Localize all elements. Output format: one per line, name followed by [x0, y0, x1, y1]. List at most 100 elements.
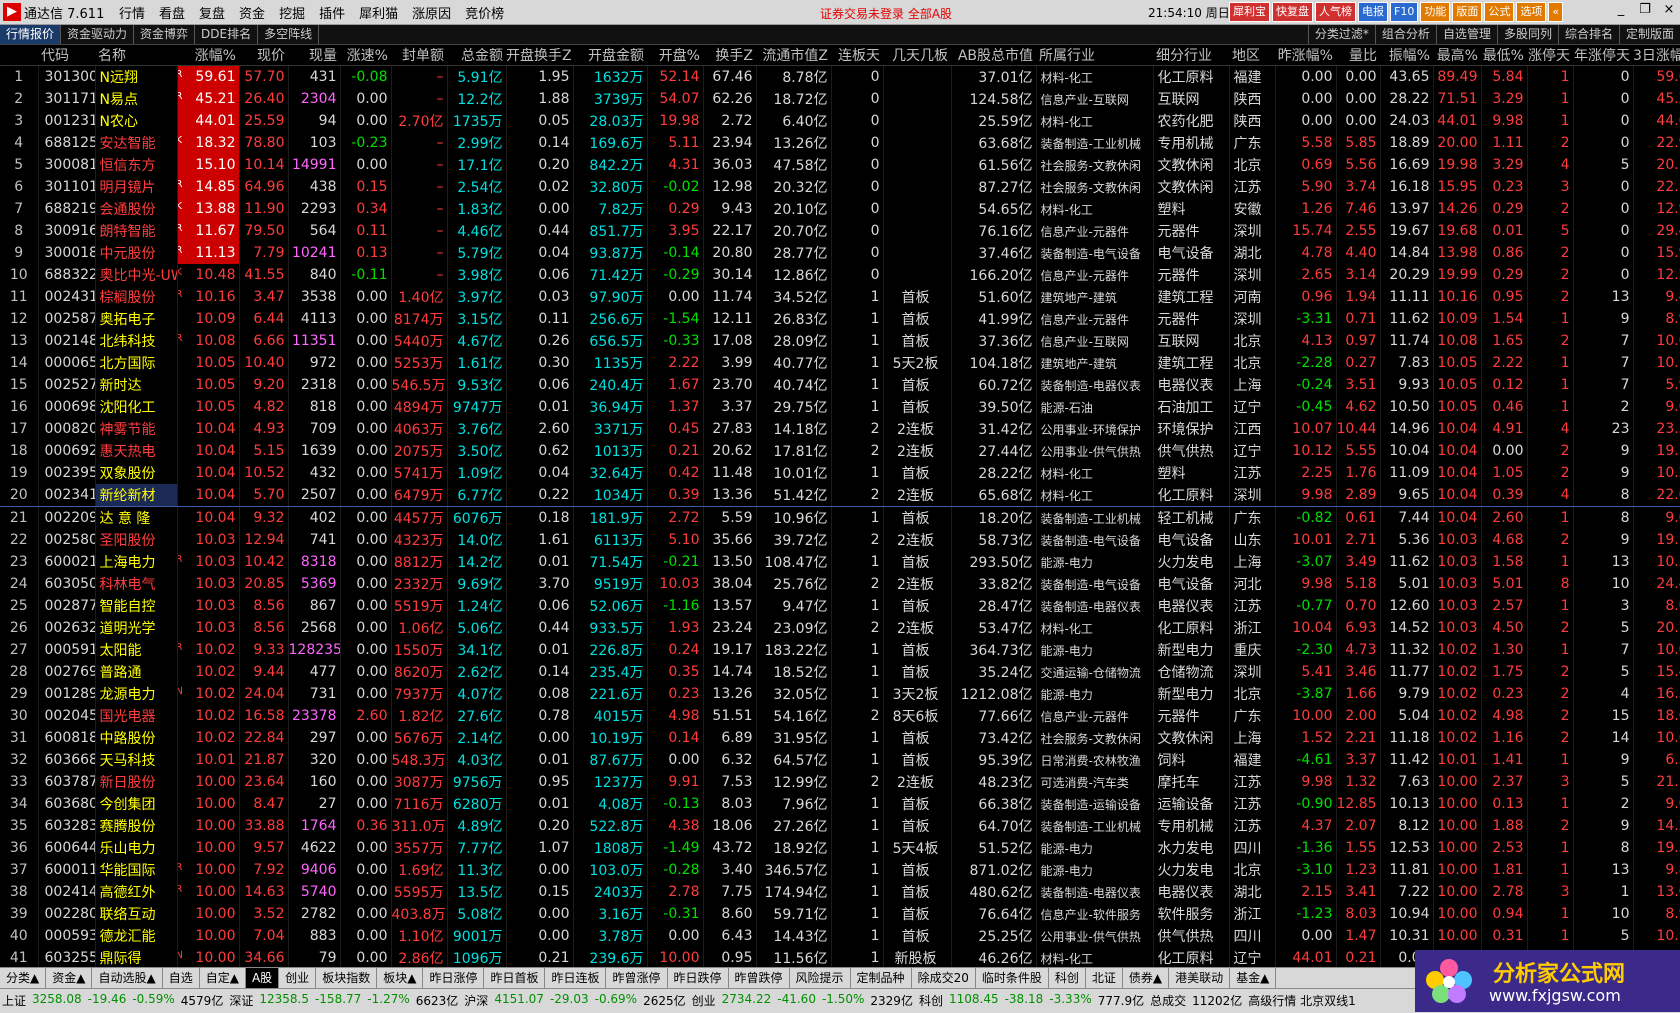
column-header[interactable]: 名称 — [95, 45, 177, 66]
table-row[interactable]: 36 600644 乐山电力 10.00 9.57 4622 0.00 3557万 7.77亿 1… — [0, 837, 1680, 859]
table-row[interactable]: 35 603283 赛腾股份 10.00 33.88 1764 0.36 311.0万 4.89… — [0, 815, 1680, 837]
table-row[interactable]: 38002414高德红外R10.0014.6357400.005595万13.5… — [0, 881, 1680, 903]
column-header[interactable]: 连板天 — [831, 45, 883, 66]
table-row[interactable]: 22 002580 圣阳股份 10.03 12.94 741 0.00 4323万 14.0亿 1… — [0, 529, 1680, 551]
bottom-tab[interactable]: 定制品种 — [851, 968, 912, 988]
column-header[interactable]: 细分行业 — [1153, 45, 1229, 66]
menu-item[interactable]: 插件 — [312, 3, 352, 22]
table-row[interactable]: 34 603680 今创集团 10.00 8.47 27 0.00 7116万 6280万 0.0… — [0, 793, 1680, 815]
menu-item[interactable]: 行情 — [112, 3, 152, 22]
table-row[interactable]: 14 000065 北方国际 10.05 10.40 972 0.00 5253万 1.61亿 0… — [0, 352, 1680, 374]
menu-item[interactable]: 资金 — [232, 3, 272, 22]
sub-tab[interactable]: 资金博弈 — [134, 25, 196, 44]
bottom-tab[interactable]: 北证 — [1086, 968, 1123, 988]
table-row[interactable]: 28 002769 普路通 10.02 9.44 477 0.00 8620万 2.62亿 0.1… — [0, 661, 1680, 683]
toolbar-button[interactable]: 人气榜 — [1315, 2, 1356, 22]
column-header[interactable]: 地区 — [1229, 45, 1275, 66]
bottom-tab[interactable]: 昨曾跌停 — [729, 968, 790, 988]
table-row[interactable]: 20 002341 新纶新材 10.04 5.70 2507 0.00 6479万 6.77亿 0… — [0, 484, 1680, 507]
column-header[interactable]: 几天几板 — [883, 45, 951, 66]
table-row[interactable]: 31 600818 中路股份 10.02 22.84 297 0.00 5676万 2.14亿 0… — [0, 727, 1680, 749]
column-header[interactable]: 振幅% — [1380, 45, 1433, 66]
table-row[interactable]: 30 002045 国光电器 10.02 16.58 23378 2.60 1.82亿 27.6… — [0, 705, 1680, 727]
sub-tab[interactable]: 组合分析 — [1374, 25, 1436, 44]
table-row[interactable]: 17 000820 神雾节能 10.04 4.93 709 0.00 4063万 3.76亿 2.… — [0, 418, 1680, 440]
bottom-tab[interactable]: 基金▲ — [1230, 968, 1277, 988]
toolbar-button[interactable]: 公式 — [1484, 2, 1515, 22]
toolbar-button[interactable]: 版面 — [1452, 2, 1483, 22]
column-header[interactable]: AB股总市值 — [951, 45, 1036, 66]
sub-tab[interactable]: 多空阵线 — [258, 25, 320, 44]
column-header[interactable]: 3日涨幅% — [1633, 45, 1680, 66]
bottom-tab[interactable]: 科创 — [1049, 968, 1086, 988]
column-header[interactable] — [0, 45, 38, 66]
table-row[interactable]: 23600021上海电力R10.0310.4283180.008812万14.2… — [0, 551, 1680, 573]
sub-tab[interactable]: 分类过滤* — [1307, 25, 1375, 44]
table-row[interactable]: 4688125安达智能K18.3278.80103-0.23–2.99亿0.14… — [0, 132, 1680, 154]
table-row[interactable]: 25 002877 智能自控 10.03 8.56 867 0.00 5519万 1.24亿 0.… — [0, 595, 1680, 617]
table-row[interactable]: 37600011华能国际R10.007.9294060.001.69亿11.3亿… — [0, 859, 1680, 881]
column-header[interactable]: 现价 — [239, 45, 288, 66]
sub-tab[interactable]: 定制版面 — [1618, 25, 1680, 44]
toolbar-button[interactable]: 快复盘 — [1272, 2, 1313, 22]
bottom-tab[interactable]: 风险提示 — [790, 968, 851, 988]
table-row[interactable]: 15 002527 新时达 10.05 9.20 2318 0.00 546.5万 9.53亿 0… — [0, 374, 1680, 396]
bottom-tab[interactable]: 自定▲ — [200, 968, 246, 988]
bottom-tab[interactable]: 债券▲ — [1123, 968, 1170, 988]
close-icon[interactable]: × — [1662, 2, 1676, 17]
table-row[interactable]: 12 002587 奥拓电子 10.09 6.44 4113 0.00 8174万 3.15亿 0… — [0, 308, 1680, 330]
table-row[interactable]: 33 603787 新日股份 10.00 23.64 160 0.00 3087万 9756万 0… — [0, 771, 1680, 793]
column-header[interactable]: 换手Z — [703, 45, 756, 66]
toolbar-button[interactable]: 选项 — [1516, 2, 1547, 22]
table-row[interactable]: 11002431棕榈股份R10.163.4735380.001.40亿3.97亿… — [0, 286, 1680, 308]
table-row[interactable]: 2301171N易点R45.2126.4023040.00–12.2亿1.883… — [0, 88, 1680, 110]
table-row[interactable]: 9300018中元股份R11.137.79102410.13–5.79亿0.04… — [0, 242, 1680, 264]
column-header[interactable]: 开盘% — [647, 45, 703, 66]
bottom-tab[interactable]: 港美联动 — [1169, 968, 1231, 988]
table-row[interactable]: 19 002395 双象股份 10.04 10.52 432 0.00 5741万 1.09亿 0… — [0, 462, 1680, 484]
table-row[interactable]: 18 000692 惠天热电 10.04 5.15 1639 0.00 2075万 3.50亿 0… — [0, 440, 1680, 462]
table-row[interactable]: 1301300N远翔R59.6157.70431-0.08–5.91亿1.951… — [0, 65, 1680, 88]
bottom-tab[interactable]: 板块指数 — [316, 968, 378, 988]
sub-tab[interactable]: 行情报价 — [0, 25, 62, 44]
table-row[interactable]: 5 300081 恒信东方 15.10 10.14 14991 0.00–17.1亿 0.20… — [0, 154, 1680, 176]
column-header[interactable]: 年涨停天 — [1573, 45, 1633, 66]
toolbar-button[interactable]: 功能 — [1420, 2, 1451, 22]
bottom-tab[interactable]: A股 — [245, 968, 280, 988]
bottom-tab[interactable]: 板块▲ — [377, 968, 424, 988]
table-row[interactable]: 6301101明月镜片R14.8564.964380.15–2.54亿0.023… — [0, 176, 1680, 198]
table-row[interactable]: 8300916朗特智能R11.6779.505640.11–4.46亿0.448… — [0, 220, 1680, 242]
toolbar-button[interactable]: « — [1548, 2, 1564, 22]
column-header[interactable]: 开盘换手Z — [506, 45, 573, 66]
column-header[interactable]: 最低% — [1481, 45, 1527, 66]
column-header[interactable]: 总金额 — [447, 45, 506, 66]
menu-item[interactable]: 复盘 — [192, 3, 232, 22]
toolbar-button[interactable]: F10 — [1390, 2, 1419, 22]
bottom-tab[interactable]: 分类▲ — [0, 968, 47, 988]
column-header[interactable]: 封单额 — [391, 45, 447, 66]
column-header[interactable]: 量比 — [1336, 45, 1380, 66]
column-header[interactable]: 最高% — [1433, 45, 1481, 66]
menu-item[interactable]: 看盘 — [152, 3, 192, 22]
bottom-tab[interactable]: 昨日跌停 — [668, 968, 729, 988]
bottom-tab[interactable]: 昨曾涨停 — [606, 968, 668, 988]
table-row[interactable]: 7688219会通股份K13.8811.9022930.34–1.83亿0.00… — [0, 198, 1680, 220]
table-row[interactable]: 24 603050 科林电气 10.03 20.85 5369 0.00 2332万 9.69亿… — [0, 573, 1680, 595]
table-row[interactable]: 16 000698 沈阳化工 10.05 4.82 818 0.00 4894万 9747万 0.… — [0, 396, 1680, 418]
column-header[interactable]: 涨幅% — [177, 45, 239, 66]
bottom-tab[interactable]: 自选 — [163, 968, 200, 988]
bottom-tab[interactable]: 昨日连板 — [545, 968, 607, 988]
sub-tab[interactable]: 多股同列 — [1496, 25, 1558, 44]
column-header[interactable]: 涨速% — [340, 45, 391, 66]
toolbar-button[interactable]: 电报 — [1358, 2, 1388, 22]
minimize-icon[interactable]: _ — [1614, 2, 1628, 17]
column-header[interactable]: 代码 — [38, 45, 95, 66]
bottom-tab[interactable]: 除成交20 — [912, 968, 976, 988]
column-header[interactable]: 涨停天 — [1527, 45, 1573, 66]
table-row[interactable]: 39 002280 联络互动 10.00 3.52 2782 0.00 403.8万 5.08亿… — [0, 903, 1680, 925]
table-row[interactable]: 29001289龙源电力N10.0224.047310.007937万4.07亿… — [0, 683, 1680, 705]
menu-item[interactable]: 竞价榜 — [458, 3, 511, 22]
table-row[interactable]: 27000591太阳能R10.029.331282350.001550万34.1… — [0, 639, 1680, 661]
sub-tab[interactable]: 资金驱动力 — [61, 25, 135, 44]
bottom-tab[interactable]: 自动选股▲ — [92, 968, 163, 988]
